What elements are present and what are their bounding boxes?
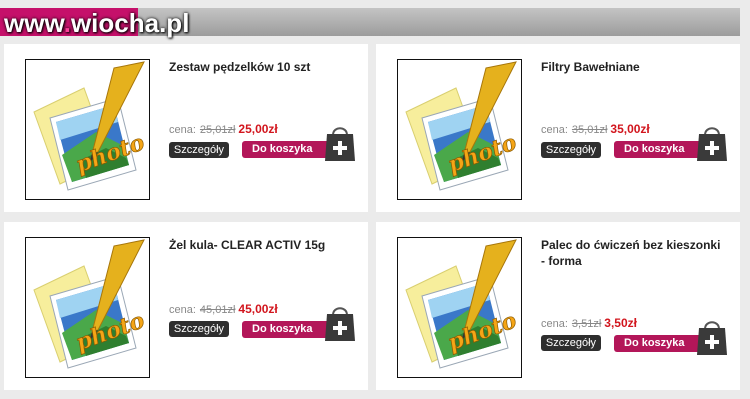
details-button[interactable]: Szczegóły bbox=[541, 142, 601, 158]
add-to-cart-button[interactable]: Do koszyka bbox=[614, 141, 700, 158]
add-to-cart-button[interactable]: Do koszyka bbox=[242, 141, 328, 158]
product-thumbnail[interactable]: photo bbox=[25, 59, 150, 200]
current-price: 35,00zł bbox=[610, 122, 650, 136]
shopping-bag-plus-icon[interactable] bbox=[696, 124, 728, 162]
price-label: cena: bbox=[169, 304, 196, 316]
photo-placeholder-icon: photo bbox=[405, 61, 520, 191]
price-label: cena: bbox=[169, 124, 196, 136]
watermark-dot: . bbox=[63, 8, 71, 38]
price-row: cena: 3,51zł 3,50zł bbox=[541, 316, 637, 330]
old-price: 3,51zł bbox=[571, 318, 602, 330]
shopping-bag-plus-icon[interactable] bbox=[324, 124, 356, 162]
photo-placeholder-icon: photo bbox=[405, 239, 520, 369]
price-row: cena: 25,01zł 25,00zł bbox=[169, 122, 278, 136]
add-to-cart-button[interactable]: Do koszyka bbox=[614, 335, 700, 352]
details-button[interactable]: Szczegóły bbox=[541, 335, 601, 351]
watermark: www.wiocha.pl bbox=[4, 8, 189, 39]
product-card: photo Filtry Bawełniane cena: 35,01zł 35,0… bbox=[376, 44, 740, 212]
product-title[interactable]: Zestaw pędzelków 10 szt bbox=[169, 59, 349, 75]
add-to-cart-button[interactable]: Do koszyka bbox=[242, 321, 328, 338]
product-card: photo Żel kula- CLEAR ACTIV 15g cena: 45,… bbox=[4, 222, 368, 390]
current-price: 3,50zł bbox=[604, 316, 637, 330]
watermark-text-b: wiocha.pl bbox=[70, 8, 190, 38]
shopping-bag-plus-icon[interactable] bbox=[696, 318, 728, 356]
product-thumbnail[interactable]: photo bbox=[397, 237, 522, 378]
shopping-bag-plus-icon[interactable] bbox=[324, 304, 356, 342]
product-card: photo Zestaw pędzelków 10 szt cena: 25,01… bbox=[4, 44, 368, 212]
product-title[interactable]: Palec do ćwiczeń bez kieszonki - forma bbox=[541, 237, 721, 269]
details-button[interactable]: Szczegóły bbox=[169, 142, 229, 158]
watermark-text-a: www bbox=[4, 8, 64, 38]
product-title[interactable]: Żel kula- CLEAR ACTIV 15g bbox=[169, 237, 349, 253]
product-thumbnail[interactable]: photo bbox=[25, 237, 150, 378]
old-price: 35,01zł bbox=[571, 124, 608, 136]
product-card: photo Palec do ćwiczeń bez kieszonki - f… bbox=[376, 222, 740, 390]
price-row: cena: 45,01zł 45,00zł bbox=[169, 302, 278, 316]
photo-placeholder-icon: photo bbox=[33, 61, 148, 191]
price-row: cena: 35,01zł 35,00zł bbox=[541, 122, 650, 136]
product-thumbnail[interactable]: photo bbox=[397, 59, 522, 200]
price-label: cena: bbox=[541, 124, 568, 136]
current-price: 25,00zł bbox=[238, 122, 278, 136]
old-price: 25,01zł bbox=[199, 124, 236, 136]
current-price: 45,00zł bbox=[238, 302, 278, 316]
old-price: 45,01zł bbox=[199, 304, 236, 316]
product-title[interactable]: Filtry Bawełniane bbox=[541, 59, 721, 75]
details-button[interactable]: Szczegóły bbox=[169, 321, 229, 337]
price-label: cena: bbox=[541, 318, 568, 330]
photo-placeholder-icon: photo bbox=[33, 239, 148, 369]
